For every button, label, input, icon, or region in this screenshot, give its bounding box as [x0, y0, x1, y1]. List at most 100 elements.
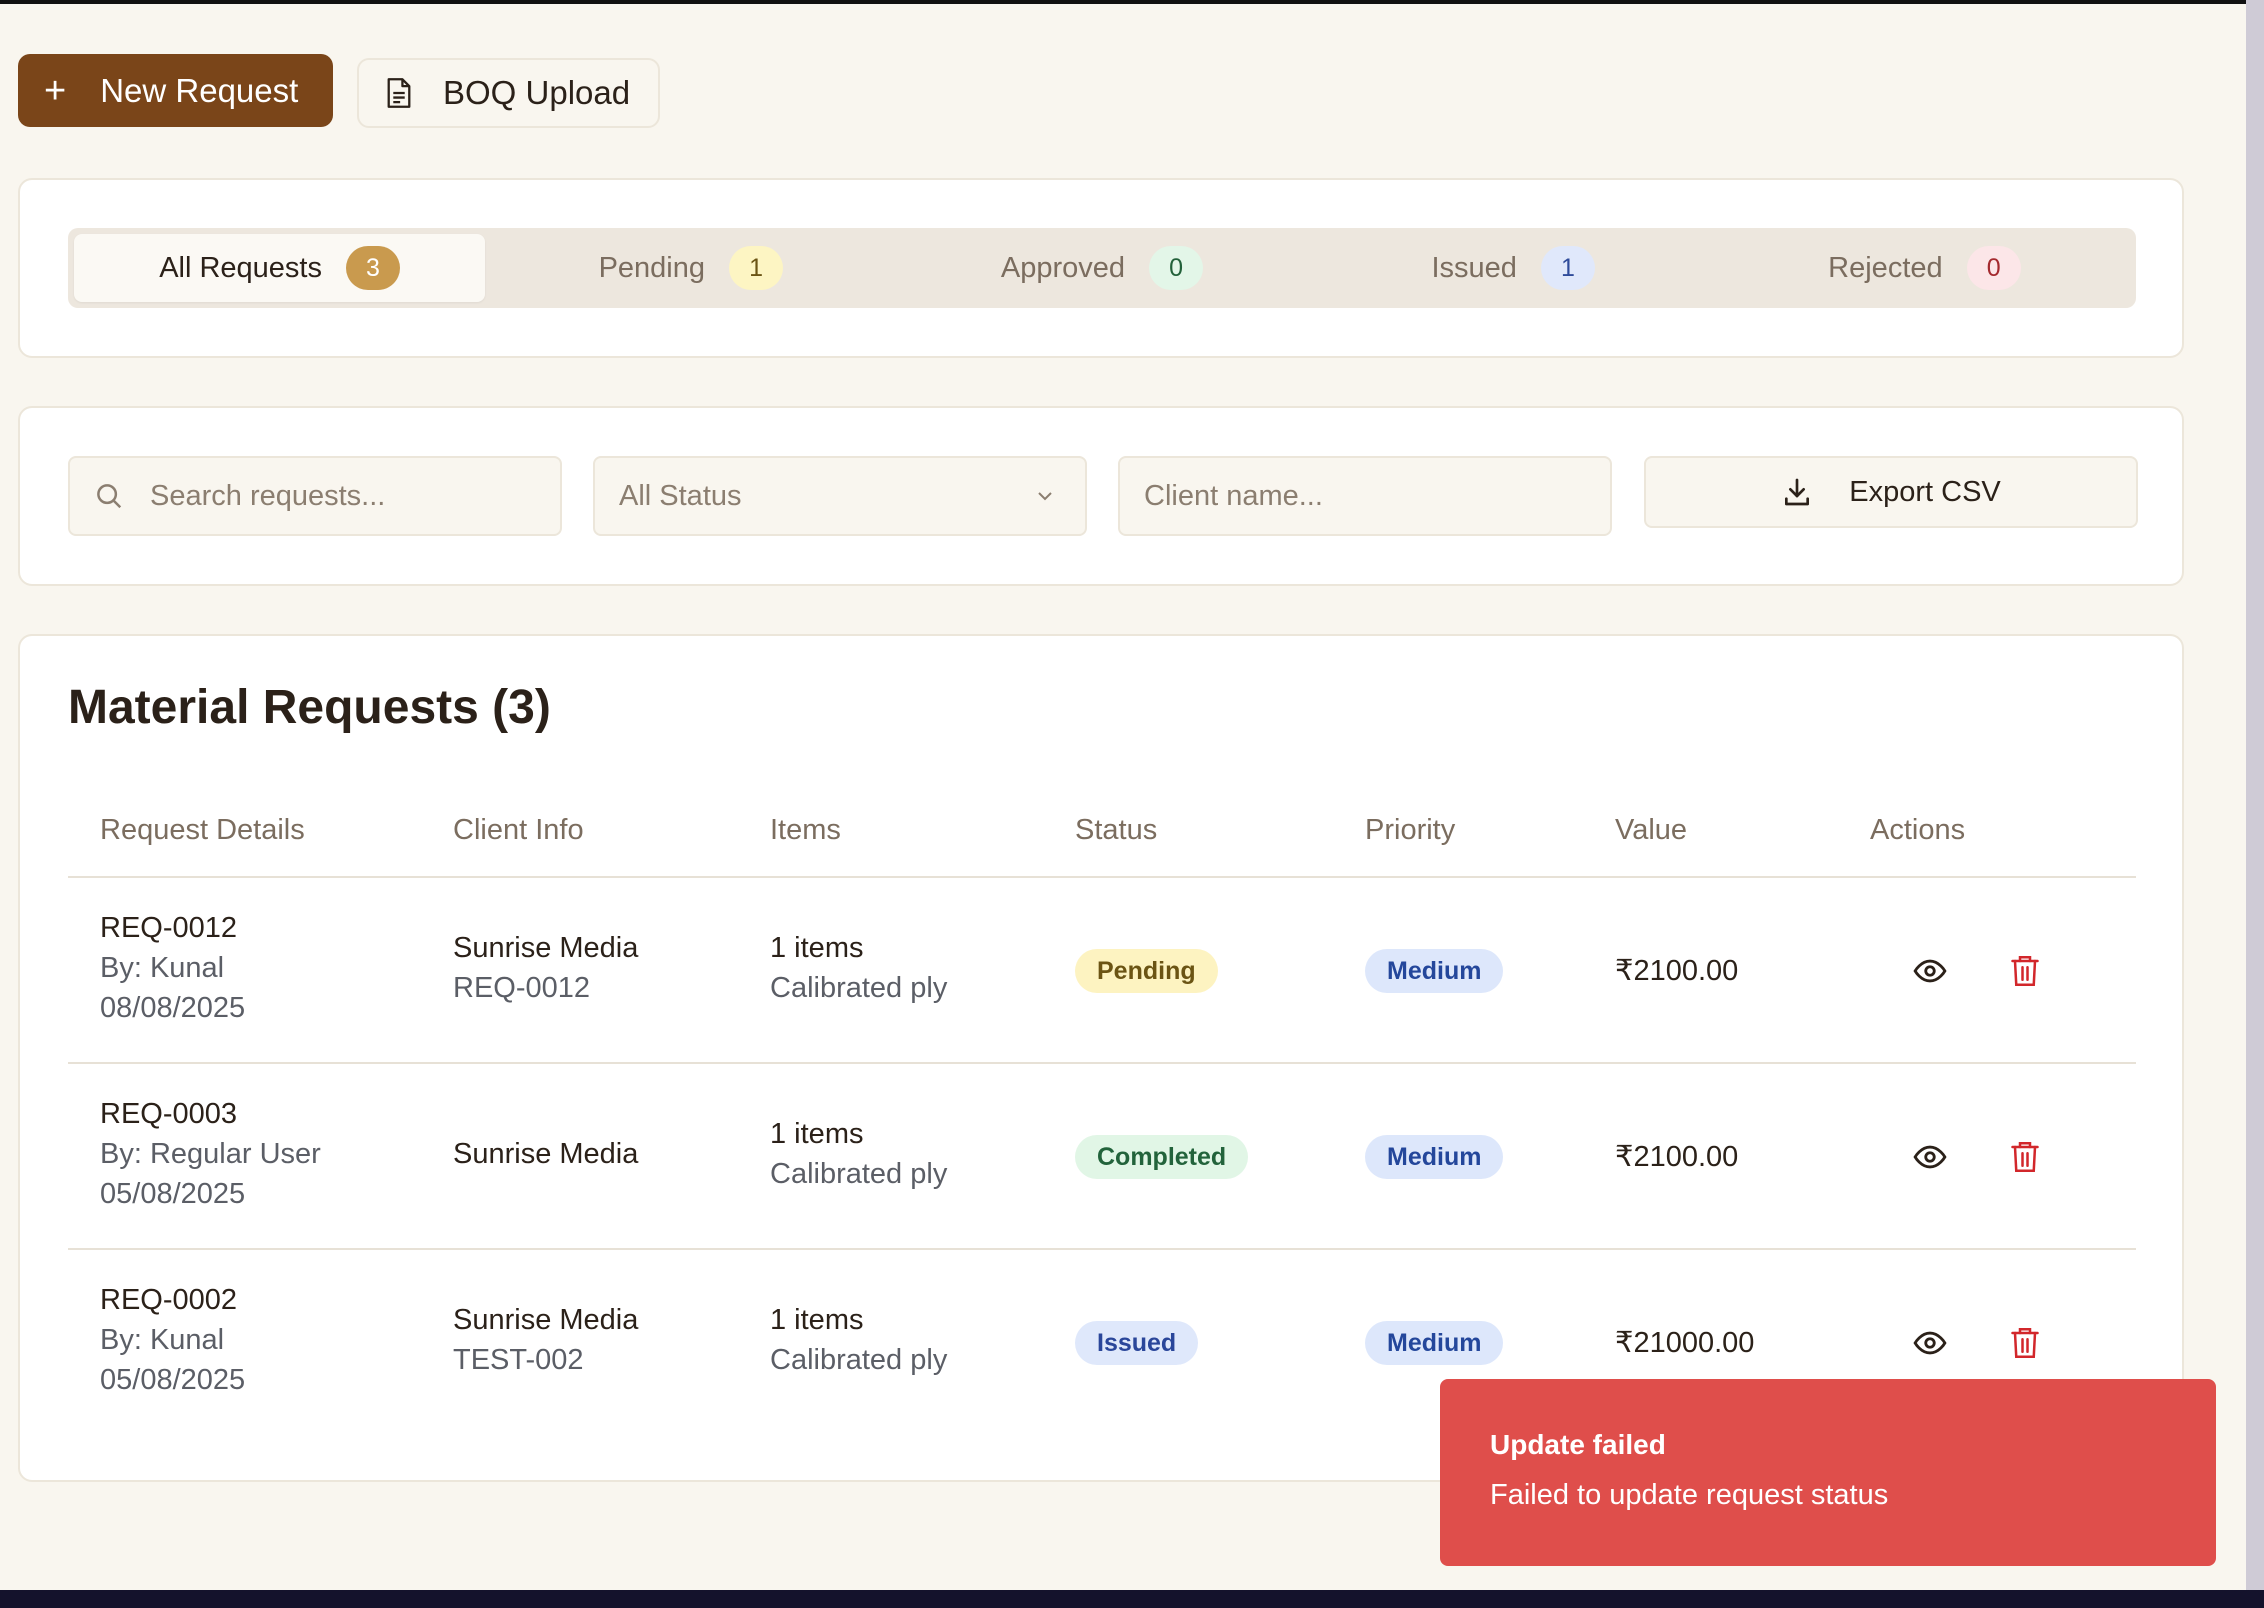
window-bottom-edge	[0, 1590, 2264, 1608]
client-ref: REQ-0012	[453, 972, 591, 1004]
tab-count-badge: 1	[729, 246, 784, 290]
requested-by: By: Kunal	[100, 952, 225, 984]
request-details: REQ-0003 By: Regular User 05/08/2025	[100, 1094, 321, 1214]
export-csv-label: Export CSV	[1849, 475, 2001, 508]
request-id: REQ-0003	[100, 1098, 238, 1130]
client-name: Sunrise Media	[453, 932, 639, 964]
request-date: 08/08/2025	[100, 992, 246, 1024]
request-value: ₹2100.00	[1615, 1141, 1739, 1173]
new-request-button[interactable]: + New Request	[18, 54, 333, 127]
client-name: Sunrise Media	[453, 1304, 639, 1336]
client-info: Sunrise Media	[453, 1134, 638, 1174]
items-info: 1 items Calibrated ply	[770, 1114, 947, 1194]
tab-label: Pending	[598, 251, 706, 284]
status-tabs-card: All Requests 3 Pending 1 Approved 0 Issu…	[18, 178, 2184, 358]
new-request-label: New Request	[100, 71, 299, 109]
status-select-value: All Status	[619, 479, 742, 512]
request-id: REQ-0002	[100, 1284, 238, 1316]
boq-upload-label: BOQ Upload	[443, 74, 631, 111]
document-icon	[387, 78, 411, 108]
status-tabs: All Requests 3 Pending 1 Approved 0 Issu…	[68, 228, 2136, 308]
request-value: ₹2100.00	[1615, 955, 1739, 987]
tab-count-badge: 3	[346, 246, 400, 290]
delete-button[interactable]	[2005, 951, 2045, 991]
client-name: Sunrise Media	[453, 1138, 639, 1170]
client-info: Sunrise Media REQ-0012	[453, 928, 638, 1008]
tab-all-requests[interactable]: All Requests 3	[74, 234, 486, 302]
tab-approved[interactable]: Approved 0	[896, 234, 1307, 302]
column-header: Priority	[1365, 814, 1456, 846]
item-name: Calibrated ply	[770, 1158, 948, 1190]
request-details: REQ-0002 By: Kunal 05/08/2025	[100, 1280, 245, 1400]
search-field	[68, 456, 562, 536]
tab-count-badge: 0	[1149, 246, 1204, 290]
status-badge: Pending	[1075, 949, 1218, 993]
table-row[interactable]: REQ-0003 By: Regular User 05/08/2025 Sun…	[68, 1064, 2136, 1250]
client-name-input[interactable]	[1144, 479, 1610, 513]
priority-badge: Medium	[1365, 1135, 1504, 1179]
client-ref: TEST-002	[453, 1344, 584, 1376]
tab-label: Approved	[1000, 251, 1126, 284]
request-value: ₹21000.00	[1615, 1327, 1755, 1359]
column-header: Client Info	[453, 814, 584, 846]
item-count: 1 items	[770, 1118, 864, 1150]
window-edge	[2246, 0, 2264, 1608]
client-info: Sunrise Media TEST-002	[453, 1300, 638, 1380]
tab-label: All Requests	[159, 251, 322, 284]
priority-badge: Medium	[1365, 1321, 1504, 1365]
requested-by: By: Kunal	[100, 1324, 225, 1356]
requests-table-card: Material Requests (3) Request Details Cl…	[18, 634, 2184, 1482]
tab-count-badge: 0	[1966, 246, 2021, 290]
plus-icon: +	[44, 69, 67, 112]
view-button[interactable]	[1910, 1137, 1950, 1177]
table-row[interactable]: REQ-0012 By: Kunal 08/08/2025 Sunrise Me…	[68, 878, 2136, 1064]
toast-title: Update failed	[1490, 1429, 1666, 1460]
column-header: Value	[1615, 814, 1688, 846]
item-count: 1 items	[770, 932, 864, 964]
trash-icon	[2011, 1328, 2039, 1358]
toast-message: Failed to update request status	[1490, 1479, 1889, 1511]
view-button[interactable]	[1910, 951, 1950, 991]
tab-issued[interactable]: Issued 1	[1308, 234, 1719, 302]
client-name-field	[1118, 456, 1612, 536]
search-icon	[97, 484, 122, 509]
download-icon	[1785, 478, 1810, 506]
items-info: 1 items Calibrated ply	[770, 1300, 947, 1380]
status-badge: Issued	[1075, 1321, 1199, 1365]
requested-by: By: Regular User	[100, 1138, 321, 1170]
filters-card: All Status Export CSV	[18, 406, 2184, 586]
item-count: 1 items	[770, 1304, 864, 1336]
request-details: REQ-0012 By: Kunal 08/08/2025	[100, 908, 245, 1028]
tab-label: Issued	[1431, 251, 1517, 284]
status-badge: Completed	[1075, 1135, 1249, 1179]
column-header: Request Details	[100, 814, 305, 846]
eye-icon	[1913, 1145, 1947, 1169]
status-select[interactable]: All Status	[593, 456, 1087, 536]
chevron-down-icon	[1038, 492, 1052, 501]
column-header: Status	[1075, 814, 1158, 846]
column-header: Items	[770, 814, 841, 846]
request-id: REQ-0012	[100, 912, 238, 944]
table-title: Material Requests (3)	[68, 681, 551, 734]
items-info: 1 items Calibrated ply	[770, 928, 947, 1008]
request-date: 05/08/2025	[100, 1178, 246, 1210]
trash-icon	[2011, 956, 2039, 986]
eye-icon	[1913, 1331, 1947, 1355]
item-name: Calibrated ply	[770, 1344, 948, 1376]
tab-rejected[interactable]: Rejected 0	[1719, 234, 2130, 302]
request-date: 05/08/2025	[100, 1364, 246, 1396]
tab-label: Rejected	[1828, 251, 1943, 284]
trash-icon	[2011, 1142, 2039, 1172]
delete-button[interactable]	[2005, 1137, 2045, 1177]
export-csv-button[interactable]: Export CSV	[1644, 456, 2138, 528]
error-toast[interactable]: Update failed Failed to update request s…	[1440, 1379, 2216, 1566]
eye-icon	[1913, 959, 1947, 983]
search-input[interactable]	[150, 479, 560, 513]
delete-button[interactable]	[2005, 1323, 2045, 1363]
column-header: Actions	[1870, 814, 1966, 846]
page: + New Request BOQ Upload All Requests 3 …	[0, 0, 2246, 1590]
priority-badge: Medium	[1365, 949, 1504, 993]
tab-pending[interactable]: Pending 1	[485, 234, 896, 302]
boq-upload-button[interactable]: BOQ Upload	[357, 58, 660, 128]
view-button[interactable]	[1910, 1323, 1950, 1363]
